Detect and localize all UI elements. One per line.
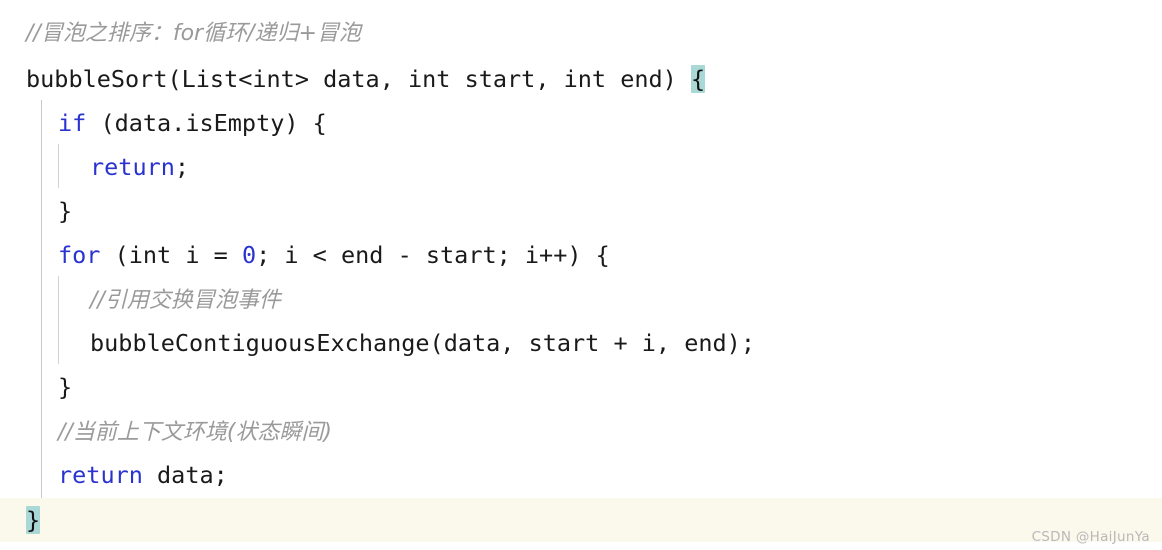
code-line[interactable]: bubbleSort(List<int> data, int start, in… <box>0 57 1162 101</box>
watermark-text: CSDN @HaiJunYa <box>1031 529 1150 545</box>
code-token-brace-match: } <box>26 506 41 534</box>
code-line[interactable]: if (data.isEmpty) { <box>0 101 1162 145</box>
code-token-plain: bubbleSort(List<int> data, int start, in… <box>26 65 691 93</box>
code-token-plain: } <box>58 197 73 225</box>
code-token-keyword: if <box>58 109 87 137</box>
code-token-brace-match: { <box>690 65 706 93</box>
code-line[interactable]: } <box>0 189 1162 233</box>
code-line[interactable]: for (int i = 0; i < end - start; i++) { <box>0 233 1162 277</box>
code-line[interactable]: return data; <box>0 453 1162 497</box>
code-token-plain: data; <box>142 461 228 489</box>
code-token-plain: bubbleContiguousExchange(data, start + i… <box>90 329 755 357</box>
code-line[interactable]: //当前上下文环境(状态瞬间) <box>0 409 1162 453</box>
code-token-plain: (data.isEmpty) { <box>86 109 327 137</box>
code-token-comment: //当前上下文环境(状态瞬间) <box>58 420 332 445</box>
code-token-comment: //冒泡之排序：for循环/递归+冒泡 <box>26 21 361 46</box>
code-token-keyword: for <box>58 241 101 269</box>
code-token-plain: } <box>58 373 73 401</box>
code-line[interactable]: //冒泡之排序：for循环/递归+冒泡 <box>0 10 1162 54</box>
code-line[interactable]: } <box>0 365 1162 409</box>
code-line[interactable]: bubbleContiguousExchange(data, start + i… <box>0 321 1162 365</box>
code-line[interactable]: } <box>0 498 1162 542</box>
code-token-number: 0 <box>241 241 257 269</box>
code-token-plain: (int i = <box>100 241 242 269</box>
code-line[interactable]: //引用交换冒泡事件 <box>0 277 1162 321</box>
code-token-comment: //引用交换冒泡事件 <box>90 288 281 313</box>
code-token-plain: ; i < end - start; i++) { <box>256 241 610 269</box>
code-line[interactable]: return; <box>0 145 1162 189</box>
code-token-plain: ; <box>174 153 190 181</box>
code-editor-view: //冒泡之排序：for循环/递归+冒泡 bubbleSort(List<int> … <box>0 0 1162 550</box>
code-token-keyword: return <box>58 461 143 489</box>
code-token-keyword: return <box>90 153 175 181</box>
